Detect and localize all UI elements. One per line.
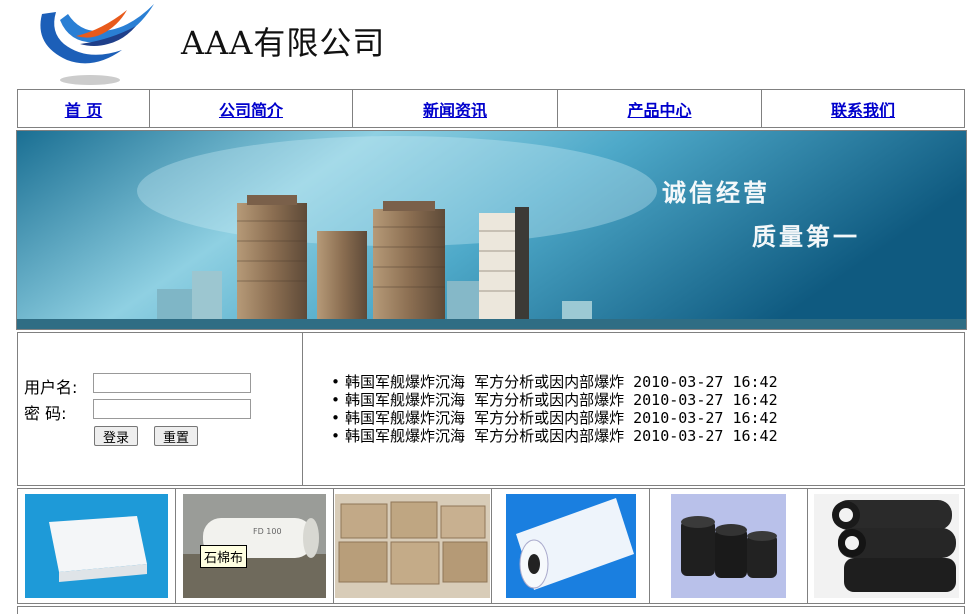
news-time: 2010-03-27 16:42 <box>633 409 778 427</box>
news-title[interactable]: 韩国军舰爆炸沉海 军方分析或因内部爆炸 <box>345 427 624 445</box>
news-title[interactable]: 韩国军舰爆炸沉海 军方分析或因内部爆炸 <box>345 391 624 409</box>
nav-link-news[interactable]: 新闻资讯 <box>423 97 487 121</box>
product-item-6[interactable] <box>808 489 964 603</box>
nav-item-contact: 联系我们 <box>762 90 964 127</box>
login-news-row: 用户名: 密 码: 登录 重置 韩国军舰爆炸沉海 军方分析或因内部爆炸 2010… <box>17 332 965 486</box>
product-tooltip: 石棉布 <box>200 545 248 568</box>
username-input[interactable] <box>93 373 251 393</box>
nav-item-news: 新闻资讯 <box>353 90 558 127</box>
nav-link-products[interactable]: 产品中心 <box>627 97 691 121</box>
banner-slogan-2: 质量第一 <box>752 223 860 251</box>
news-item[interactable]: 韩国军舰爆炸沉海 军方分析或因内部爆炸 2010-03-27 16:42 <box>331 373 778 391</box>
nav-item-about: 公司简介 <box>150 90 353 127</box>
mesh-roll-icon <box>505 494 636 598</box>
news-item[interactable]: 韩国军舰爆炸沉海 军方分析或因内部爆炸 2010-03-27 16:42 <box>331 391 778 409</box>
news-title[interactable]: 韩国军舰爆炸沉海 军方分析或因内部爆炸 <box>345 373 624 391</box>
nav-link-contact[interactable]: 联系我们 <box>831 97 895 121</box>
svg-text:FD 100: FD 100 <box>253 527 282 536</box>
product-gallery: FD 100 <box>17 488 965 604</box>
password-label: 密 码: <box>24 404 67 423</box>
swoosh-logo-icon <box>40 4 154 85</box>
company-logo <box>32 0 157 88</box>
footer-edge <box>17 606 965 614</box>
product-item-4[interactable] <box>492 489 650 603</box>
product-item-5[interactable] <box>650 489 808 603</box>
news-item[interactable]: 韩国军舰爆炸沉海 军方分析或因内部爆炸 2010-03-27 16:42 <box>331 427 778 445</box>
username-label: 用户名: <box>24 378 78 397</box>
nav-item-products: 产品中心 <box>558 90 762 127</box>
black-foam-tubes-icon <box>813 494 959 598</box>
banner-slogan-1: 诚信经营 <box>662 179 770 207</box>
company-name: AAA有限公司 <box>181 24 386 62</box>
reset-button[interactable]: 重置 <box>154 426 199 446</box>
news-time: 2010-03-27 16:42 <box>633 373 778 391</box>
login-form: 用户名: 密 码: 登录 重置 <box>18 333 303 485</box>
product-item-3[interactable] <box>334 489 492 603</box>
news-time: 2010-03-27 16:42 <box>633 427 778 445</box>
news-title[interactable]: 韩国军舰爆炸沉海 军方分析或因内部爆炸 <box>345 409 624 427</box>
news-item[interactable]: 韩国军舰爆炸沉海 军方分析或因内部爆炸 2010-03-27 16:42 <box>331 409 778 427</box>
news-time: 2010-03-27 16:42 <box>633 391 778 409</box>
black-tape-rolls-icon <box>671 494 786 598</box>
password-input[interactable] <box>93 399 251 419</box>
packed-boxes-icon <box>335 494 490 598</box>
nav-link-about[interactable]: 公司简介 <box>219 97 283 121</box>
product-item-1[interactable] <box>18 489 176 603</box>
hero-banner: 诚信经营 质量第一 <box>16 130 967 330</box>
main-nav: 首 页 公司简介 新闻资讯 产品中心 联系我们 <box>17 89 965 128</box>
news-list: 韩国军舰爆炸沉海 军方分析或因内部爆炸 2010-03-27 16:42 韩国军… <box>331 373 778 445</box>
nav-item-home: 首 页 <box>18 90 150 127</box>
white-board-product-icon <box>25 494 168 598</box>
nav-link-home[interactable]: 首 页 <box>65 97 103 121</box>
news-panel: 韩国军舰爆炸沉海 军方分析或因内部爆炸 2010-03-27 16:42 韩国军… <box>303 333 964 485</box>
login-button[interactable]: 登录 <box>94 426 139 446</box>
